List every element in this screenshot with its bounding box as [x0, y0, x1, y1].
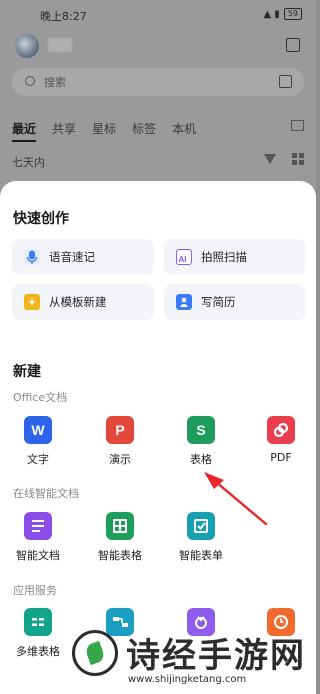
- window-switch-icon[interactable]: [286, 38, 300, 52]
- multi-dim-table-label: 多维表格: [16, 645, 60, 658]
- svg-text:AI: AI: [179, 255, 187, 264]
- tab-local[interactable]: 本机: [172, 120, 196, 142]
- new-pdf-button[interactable]: PDF: [251, 416, 311, 464]
- smart-document-icon: [24, 512, 52, 540]
- search-input[interactable]: 搜索: [12, 68, 304, 96]
- presentation-icon: P: [106, 416, 134, 444]
- new-spreadsheet-label: 表格: [190, 453, 212, 466]
- resume-icon: [176, 294, 192, 310]
- quick-create-title: 快速创作: [13, 211, 69, 227]
- smart-sheet-button[interactable]: 智能表格: [90, 512, 150, 563]
- new-from-template-button[interactable]: 从模板新建: [12, 284, 154, 320]
- photo-scan-button[interactable]: AI 拍照扫描: [164, 239, 306, 275]
- new-presentation-button[interactable]: P 演示: [90, 416, 150, 467]
- create-sheet: 快速创作 语音速记 AI 拍照扫描 从模板新建 写简历 新建 Office文档 …: [0, 181, 316, 694]
- smart-form-button[interactable]: 智能表单: [171, 512, 231, 563]
- avatar[interactable]: [15, 34, 39, 58]
- service-group-title: 应用服务: [13, 584, 57, 597]
- word-icon: W: [24, 416, 52, 444]
- signal-icon: ▲ ▮: [263, 8, 280, 20]
- background-app: 晚上8:27 ▲ ▮ 59 搜索 最近 共享 星标 标签 本机 七天内: [0, 0, 316, 200]
- scan-icon[interactable]: [279, 75, 292, 88]
- smart-document-label: 智能文档: [16, 549, 60, 562]
- ai-scan-icon: AI: [176, 249, 192, 265]
- office-group-title: Office文档: [13, 391, 68, 404]
- smart-sheet-label: 智能表格: [98, 549, 142, 562]
- grid-view-icon[interactable]: [292, 153, 304, 165]
- smart-form-icon: [187, 512, 215, 540]
- leaf-logo-icon: [72, 630, 118, 676]
- voice-note-button[interactable]: 语音速记: [12, 239, 154, 275]
- pdf-icon: [267, 416, 295, 444]
- photo-scan-label: 拍照扫描: [201, 250, 247, 264]
- new-presentation-label: 演示: [109, 453, 131, 466]
- filter-icon[interactable]: [264, 154, 276, 164]
- smart-sheet-icon: [106, 512, 134, 540]
- multi-dim-table-icon: [24, 608, 52, 636]
- tab-tags[interactable]: 标签: [132, 120, 156, 142]
- tab-bar: 最近 共享 星标 标签 本机: [12, 120, 196, 142]
- spreadsheet-icon: S: [187, 416, 215, 444]
- multi-dim-table-button[interactable]: 多维表格: [8, 608, 68, 659]
- new-document-label: 文字: [27, 453, 49, 466]
- watermark: 诗经手游网 www.shijingketang.com: [72, 628, 312, 690]
- write-resume-button[interactable]: 写简历: [164, 284, 306, 320]
- new-section-title: 新建: [13, 364, 41, 380]
- new-from-template-label: 从模板新建: [49, 295, 107, 309]
- new-pdf-label: PDF: [270, 451, 292, 464]
- new-spreadsheet-button[interactable]: S 表格: [171, 416, 231, 467]
- tab-recent[interactable]: 最近: [12, 120, 37, 142]
- time-filter[interactable]: 七天内: [12, 154, 45, 170]
- new-document-button[interactable]: W 文字: [8, 416, 68, 467]
- smart-document-button[interactable]: 智能文档: [8, 512, 68, 563]
- watermark-url: www.shijingketang.com: [128, 674, 247, 685]
- smart-form-label: 智能表单: [179, 549, 223, 562]
- battery-icon: 59: [283, 8, 302, 20]
- write-resume-label: 写简历: [201, 295, 236, 309]
- tab-shared[interactable]: 共享: [52, 120, 76, 142]
- online-group-title: 在线智能文档: [13, 487, 79, 500]
- search-placeholder: 搜索: [44, 76, 66, 89]
- template-icon: [24, 294, 40, 310]
- folder-icon[interactable]: [291, 120, 304, 131]
- tab-starred[interactable]: 星标: [92, 120, 116, 142]
- voice-note-label: 语音速记: [49, 250, 95, 264]
- status-icons: ▲ ▮ 59: [263, 8, 302, 20]
- search-icon: [25, 76, 35, 86]
- microphone-icon: [24, 249, 40, 265]
- blurred-username: [48, 38, 72, 52]
- status-time: 晚上8:27: [40, 10, 87, 23]
- watermark-text: 诗经手游网: [126, 636, 306, 676]
